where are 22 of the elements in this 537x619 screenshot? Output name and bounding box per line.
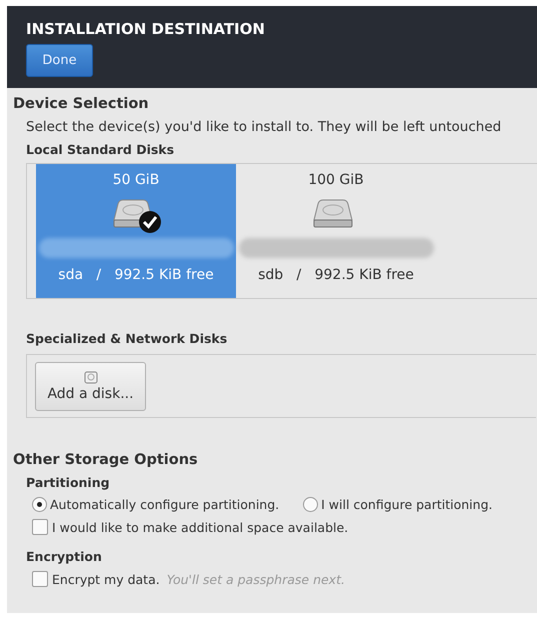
checkbox[interactable] [32,571,48,587]
add-disk-button[interactable]: Add a disk... [35,362,146,411]
subsection-heading: Local Standard Disks [26,142,174,157]
disk-size: 50 GiB [112,172,160,188]
hint-text: You'll set a passphrase next. [166,572,345,586]
done-button[interactable]: Done [26,44,93,77]
disk-free-space: sdb / 992.5 KiB free [258,267,414,283]
radio-button[interactable] [303,497,318,512]
window-title: INSTALLATION DESTINATION [26,20,265,38]
subsection-heading: Partitioning [26,475,110,490]
subsection-heading: Encryption [26,549,102,564]
section-heading: Device Selection [13,96,149,112]
radio-button[interactable] [32,497,47,512]
subsection-heading: Specialized & Network Disks [26,331,228,346]
section-heading: Other Storage Options [13,452,198,468]
disk-free-space: sda / 992.5 KiB free [58,267,214,283]
description-text: Select the device(s) you'd like to install to. They will be left untouched [26,119,502,135]
checkbox[interactable] [32,519,48,535]
checkbox-label: Encrypt my data. [52,572,160,586]
checkbox-label: I would like to make additional space available. [52,520,348,534]
disk-tile[interactable]: 100 GiB sdb / 992.5 KiB free [236,164,436,298]
disk-size: 100 GiB [308,172,364,188]
